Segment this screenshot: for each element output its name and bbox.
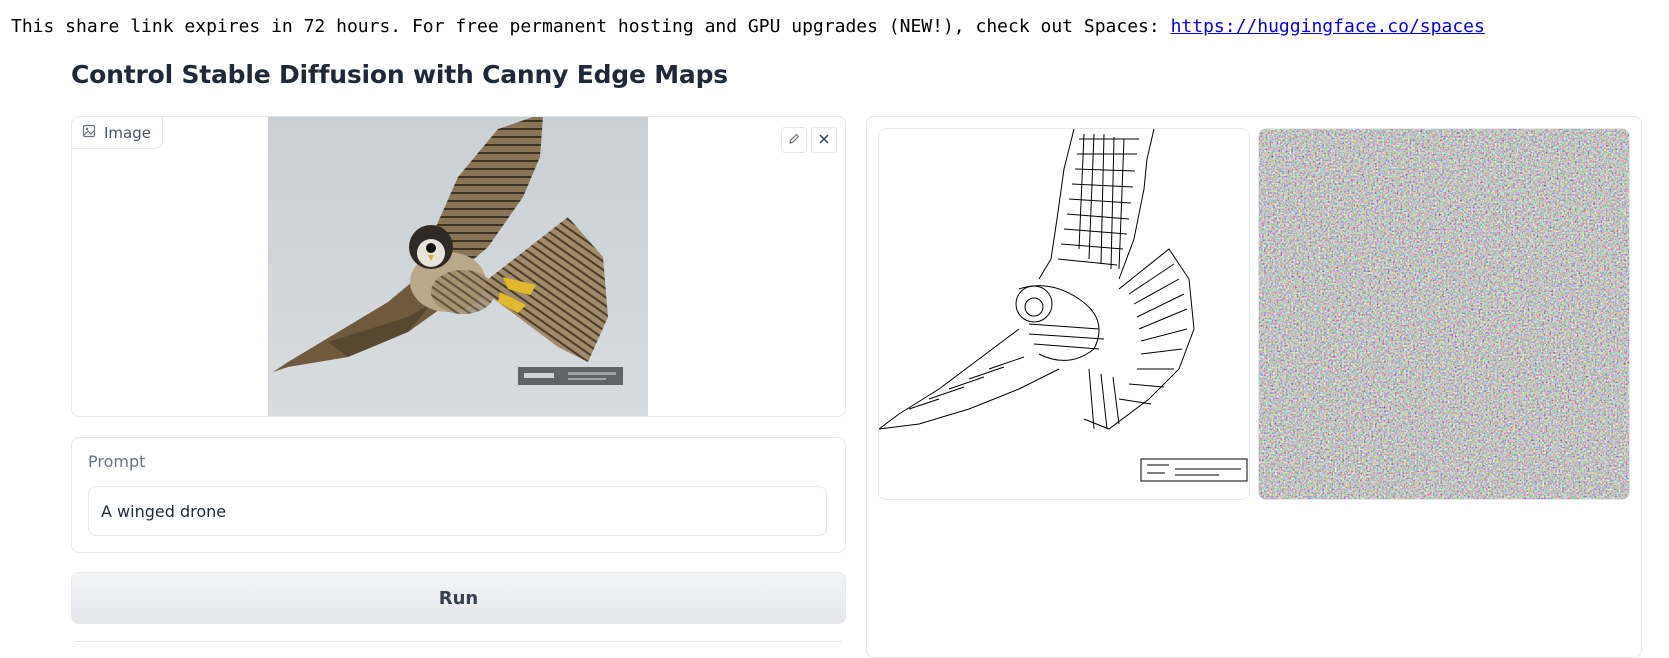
generated-noise-image — [1259, 129, 1629, 499]
image-label-tag: Image — [72, 117, 163, 149]
edit-image-button[interactable] — [781, 127, 807, 153]
gallery-item-generated-image[interactable] — [1258, 128, 1630, 500]
spaces-link[interactable]: https://huggingface.co/spaces — [1171, 16, 1485, 37]
clear-image-button[interactable] — [811, 127, 837, 153]
pencil-icon — [787, 131, 801, 150]
image-upload-panel[interactable]: Image — [71, 116, 846, 417]
close-icon — [817, 131, 831, 150]
page-title: Control Stable Diffusion with Canny Edge… — [71, 60, 728, 89]
prompt-panel: Prompt — [71, 437, 846, 553]
share-link-banner: This share link expires in 72 hours. For… — [11, 16, 1485, 37]
prompt-input[interactable] — [88, 486, 827, 536]
canny-edge-image — [879, 129, 1249, 499]
prompt-label: Prompt — [88, 452, 146, 471]
falcon-photo — [268, 117, 648, 416]
image-label: Image — [104, 123, 151, 142]
image-icon — [82, 124, 96, 142]
output-gallery — [866, 116, 1642, 658]
banner-text: This share link expires in 72 hours. For… — [11, 16, 1171, 37]
gallery-item-canny-edge-map[interactable] — [878, 128, 1250, 500]
run-button[interactable]: Run — [71, 572, 846, 624]
